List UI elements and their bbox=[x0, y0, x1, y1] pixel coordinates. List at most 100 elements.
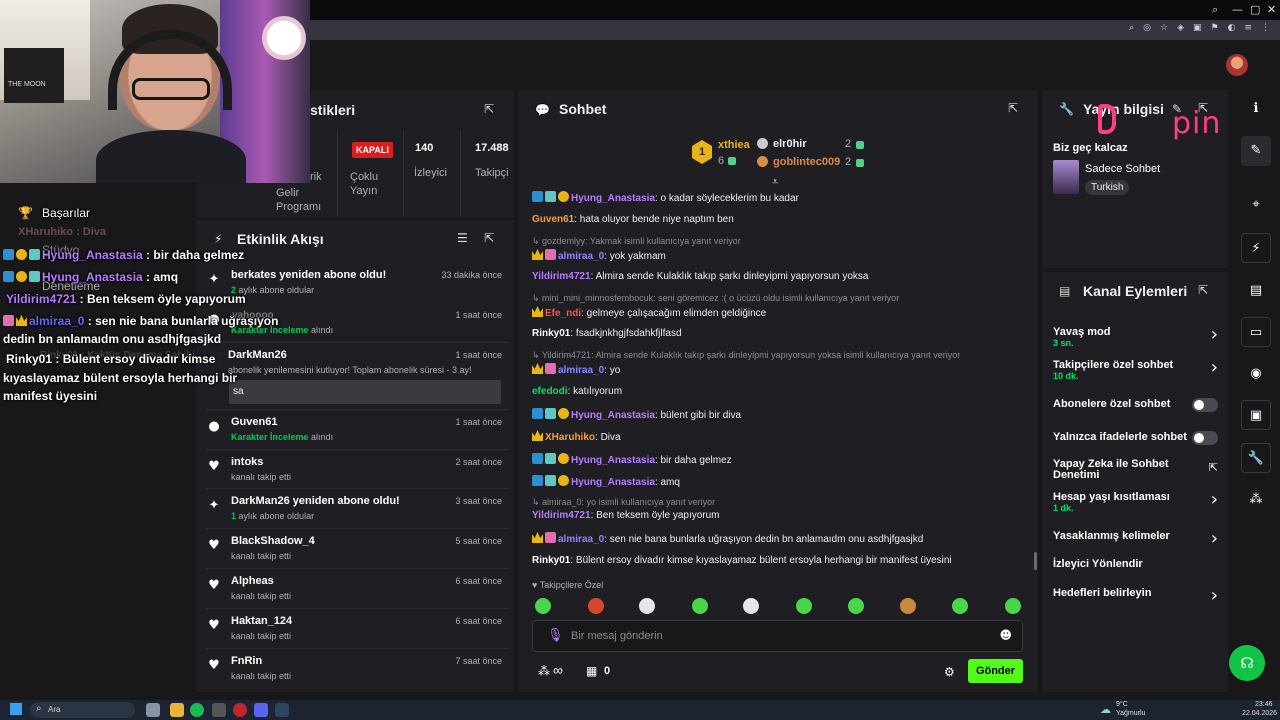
file-explorer-icon[interactable] bbox=[170, 703, 184, 717]
actions-icon[interactable]: ▣ bbox=[1241, 400, 1271, 430]
chat-message[interactable]: Hyung_Anastasia: bülent gibi bir diva bbox=[532, 408, 1032, 421]
chat-message[interactable]: Hyung_Anastasia: o kadar söyleceklerim b… bbox=[532, 191, 1032, 204]
chat-input[interactable]: 🎙 Bir mesaj gönderin ☻ bbox=[532, 620, 1023, 652]
chat-message[interactable]: almiraa_0: sen nie bana bunlarla uğraşıy… bbox=[532, 532, 1032, 545]
emoji-icon[interactable]: ☻ bbox=[999, 628, 1012, 642]
chat-message[interactable]: Hyung_Anastasia: amq bbox=[532, 475, 1032, 488]
extension-icon[interactable]: ⌕ bbox=[1129, 23, 1134, 33]
wrench-icon[interactable]: 🔧 bbox=[1241, 443, 1271, 473]
app-icon[interactable] bbox=[212, 703, 226, 717]
emote-icon[interactable] bbox=[692, 598, 708, 614]
clock-date[interactable]: 22.04.2026 bbox=[1242, 710, 1277, 717]
chat-message[interactable]: Yildirim4721: Ben teksem öyle yapıyorum bbox=[532, 510, 1032, 521]
close-button[interactable]: ✕ bbox=[1267, 3, 1276, 16]
chat-settings-icon[interactable]: ⚙ bbox=[944, 665, 955, 679]
popout-icon[interactable]: ⇱ bbox=[1198, 283, 1208, 297]
chat-username[interactable]: Efe_ndi bbox=[545, 308, 581, 319]
chat-message[interactable]: almiraa_0: yo bbox=[532, 363, 1032, 376]
spotify-icon[interactable] bbox=[190, 703, 204, 717]
toggle-switch[interactable] bbox=[1192, 431, 1218, 445]
emote-icon[interactable] bbox=[588, 598, 604, 614]
expand-leaderboard-icon[interactable]: ⩡ bbox=[772, 175, 778, 189]
emote-icon[interactable] bbox=[743, 598, 759, 614]
activity-item[interactable]: ♥ FnRin kanalı takip etti 7 saat önce bbox=[206, 654, 508, 694]
extension-icon[interactable]: ◈ bbox=[1177, 23, 1184, 33]
bolt-icon[interactable]: ⚡ bbox=[1241, 233, 1271, 263]
emote-icon[interactable] bbox=[900, 598, 916, 614]
points-icon[interactable]: ⁂ bbox=[538, 664, 550, 678]
popout-icon[interactable]: ⇱ bbox=[484, 231, 494, 245]
popout-icon[interactable]: ⇱ bbox=[1008, 101, 1018, 115]
chat-message[interactable]: efedodi: katılıyorum bbox=[532, 386, 1032, 397]
maximize-button[interactable]: ▢ bbox=[1250, 3, 1260, 16]
chat-username[interactable]: almiraa_0 bbox=[558, 534, 604, 545]
steam-icon[interactable] bbox=[275, 703, 289, 717]
search-icon[interactable]: ⌕ bbox=[1212, 3, 1218, 17]
channel-action-row[interactable]: İzleyici Yönlendir bbox=[1053, 558, 1218, 570]
chat-username[interactable]: Hyung_Anastasia bbox=[571, 193, 655, 204]
channel-action-row[interactable]: Yavaş mod 3 sn. › bbox=[1053, 324, 1218, 348]
profile-avatar[interactable] bbox=[1226, 54, 1248, 76]
channel-action-row[interactable]: Yalnızca ifadelerle sohbet bbox=[1053, 431, 1218, 445]
chat-message[interactable]: Yildirim4721: Almira sende Kulaklık takı… bbox=[532, 271, 1032, 282]
activity-item[interactable]: ✦ berkates yeniden abone oldu! 2 aylık abo… bbox=[206, 268, 508, 308]
leader-name[interactable]: elr0hir bbox=[773, 138, 807, 150]
support-headset-icon[interactable]: ☊ bbox=[1229, 645, 1265, 681]
broadcast-icon[interactable]: ◉ bbox=[1241, 359, 1271, 389]
windows-start-icon[interactable] bbox=[10, 703, 22, 715]
emote-icon[interactable] bbox=[796, 598, 812, 614]
chat-message[interactable]: Guven61: hata oluyor bende niye naptım b… bbox=[532, 214, 1032, 225]
taskbar-search[interactable]: ⌕ Ara bbox=[30, 702, 135, 718]
extension-icon[interactable]: ◐ bbox=[1228, 23, 1236, 33]
edit-icon[interactable]: ✎ bbox=[1241, 136, 1271, 166]
chat-username[interactable]: Hyung_Anastasia bbox=[571, 455, 655, 466]
address-bar[interactable]: ⌕ ◎ ☆ ◈ ▣ ⚑ ◐ ≡ ⋮ bbox=[310, 20, 1280, 40]
reply-input[interactable]: sa bbox=[229, 380, 501, 404]
channel-action-row[interactable]: Yasaklanmış kelimeler › bbox=[1053, 528, 1218, 549]
info-icon[interactable]: ℹ bbox=[1241, 94, 1271, 124]
chat-message[interactable]: Rinky01: Bülent ersoy divadır kimse kıya… bbox=[532, 555, 1032, 566]
clock-time[interactable]: 23:46 bbox=[1255, 701, 1273, 708]
users-icon[interactable]: ⁂ bbox=[1241, 485, 1271, 515]
activity-item[interactable]: ♥ intoks kanalı takip etti 2 saat önce bbox=[206, 455, 508, 495]
chat-username[interactable]: Rinky01 bbox=[532, 555, 570, 566]
channel-action-row[interactable]: Takipçilere özel sohbet 10 dk. › bbox=[1053, 357, 1218, 381]
chat-username[interactable]: Yildirim4721 bbox=[532, 271, 591, 282]
chat-username[interactable]: almiraa_0 bbox=[558, 251, 604, 262]
extension-icon[interactable]: ☆ bbox=[1160, 23, 1168, 33]
chat-message[interactable]: XHaruhiko: Diva bbox=[532, 430, 1032, 443]
emote-icon[interactable] bbox=[639, 598, 655, 614]
chat-username[interactable]: Hyung_Anastasia bbox=[571, 410, 655, 421]
chat-username[interactable]: Rinky01 bbox=[532, 328, 570, 339]
emote-icon[interactable] bbox=[535, 598, 551, 614]
chat-message[interactable]: Hyung_Anastasia: bir daha gelmez bbox=[532, 453, 1032, 466]
store-icon[interactable]: ▦ bbox=[586, 664, 597, 678]
extension-icon[interactable]: ⋮ bbox=[1261, 23, 1270, 33]
opera-icon[interactable] bbox=[233, 703, 247, 717]
channel-action-row[interactable]: Hedefleri belirleyin › bbox=[1053, 585, 1218, 606]
toggle-switch[interactable] bbox=[1192, 398, 1218, 412]
leader-name[interactable]: goblintec009 bbox=[773, 156, 840, 168]
chat-scrollbar[interactable] bbox=[1034, 552, 1037, 570]
popout-icon[interactable]: ⇱ bbox=[484, 102, 494, 116]
category-name[interactable]: Sadece Sohbet bbox=[1085, 163, 1160, 175]
chat-username[interactable]: almiraa_0 bbox=[558, 365, 604, 376]
send-button[interactable]: Gönder bbox=[968, 659, 1023, 683]
task-view-icon[interactable] bbox=[146, 703, 160, 717]
chat-message[interactable]: Efe_ndi: gelmeye çalışacağım elimden gel… bbox=[532, 306, 1032, 319]
microphone-icon[interactable]: 🎙 bbox=[547, 628, 564, 643]
target-icon[interactable]: ⌖ bbox=[1241, 190, 1271, 220]
chat-username[interactable]: Guven61 bbox=[532, 214, 574, 225]
chat-username[interactable]: Yildirim4721 bbox=[532, 510, 591, 521]
emote-icon[interactable] bbox=[1005, 598, 1021, 614]
chat-message[interactable]: almiraa_0: yok yakmam bbox=[532, 249, 1032, 262]
minimize-button[interactable]: — bbox=[1232, 3, 1243, 16]
discord-icon[interactable] bbox=[254, 703, 268, 717]
extension-icon[interactable]: ▣ bbox=[1193, 23, 1202, 33]
chat-username[interactable]: Hyung_Anastasia bbox=[571, 477, 655, 488]
category-thumbnail[interactable] bbox=[1053, 160, 1079, 194]
emote-icon[interactable] bbox=[952, 598, 968, 614]
chat-username[interactable]: efedodi bbox=[532, 386, 568, 397]
emote-icon[interactable] bbox=[848, 598, 864, 614]
channel-action-row[interactable]: Hesap yaşı kısıtlaması 1 dk. › bbox=[1053, 489, 1218, 513]
